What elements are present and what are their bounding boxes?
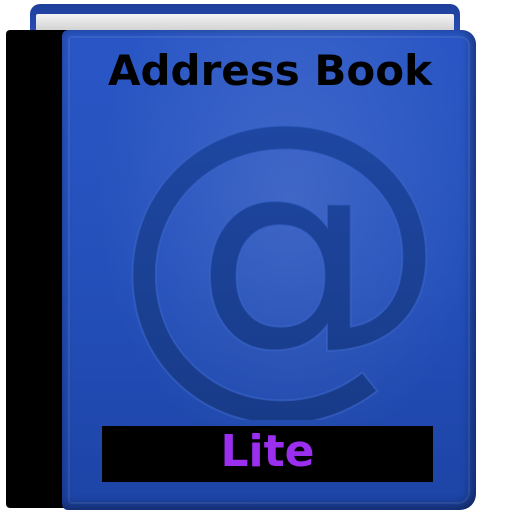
app-title: Address Book: [107, 46, 433, 95]
at-sign-glyph: @: [130, 110, 430, 420]
at-sign-icon: @: [130, 110, 430, 420]
address-book-icon[interactable]: Address Book @ Lite: [0, 0, 512, 512]
lite-badge: Lite: [102, 426, 433, 482]
lite-badge-label: Lite: [220, 426, 315, 477]
